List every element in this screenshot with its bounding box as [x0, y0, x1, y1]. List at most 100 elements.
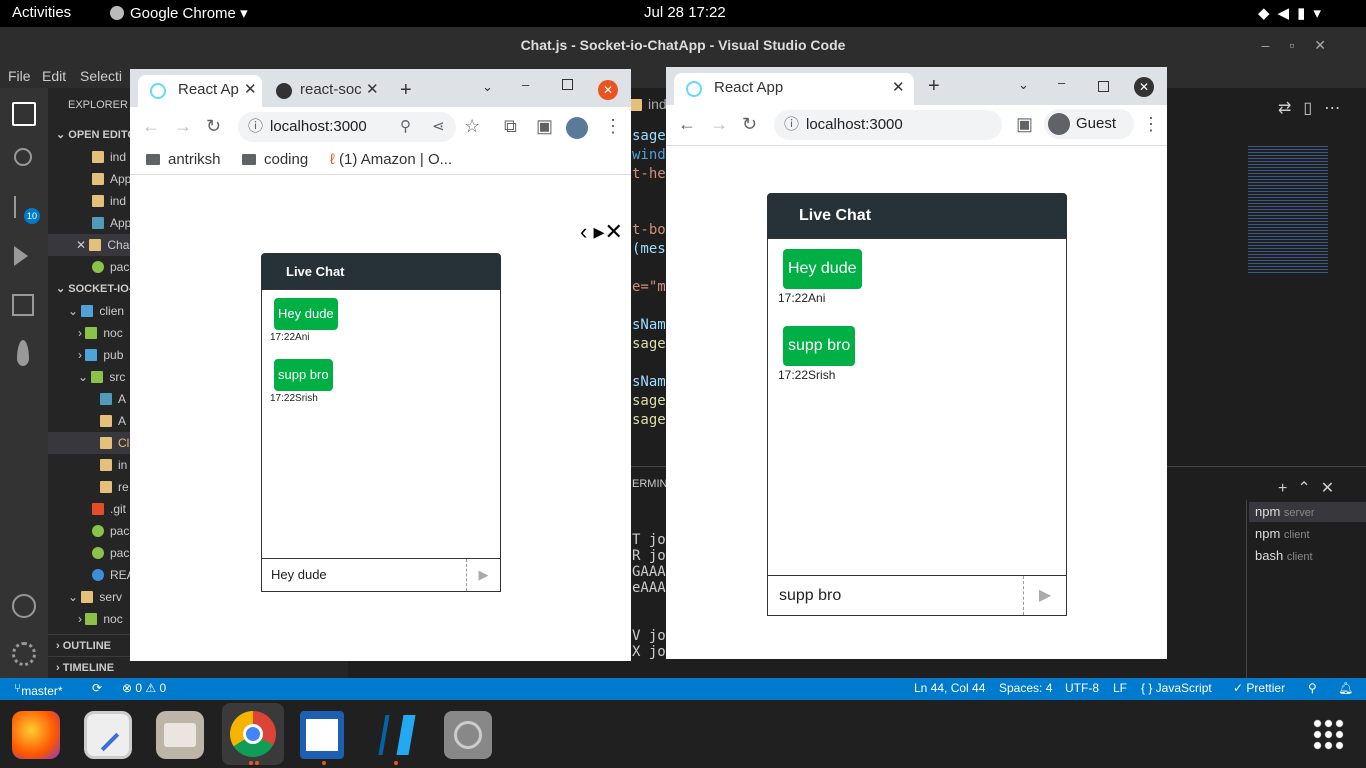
side-panel-icon[interactable]: ▣ — [536, 116, 553, 136]
terminal-item[interactable]: npm server — [1255, 504, 1314, 519]
menu-icon[interactable]: ⋮ — [1142, 114, 1160, 134]
encoding[interactable]: UTF-8 — [1065, 681, 1099, 695]
cursor-position[interactable]: Ln 44, Col 44 — [914, 681, 985, 695]
bookmark-link[interactable]: ℓ (1) Amazon | O... — [330, 151, 452, 168]
vscode-icon[interactable] — [372, 711, 420, 759]
status-bar: ⑂ master* ⟳ ⊗ 0 ⚠ 0 Ln 44, Col 44 Spaces… — [0, 678, 1366, 700]
close-window-button[interactable]: ✕ — [1134, 77, 1154, 97]
chat-header: Live Chat — [261, 253, 501, 290]
message-input[interactable]: Hey dude — [262, 558, 500, 591]
address-bar[interactable]: ⓘ localhost:3000 — [774, 110, 1002, 140]
css-file-icon — [92, 217, 104, 229]
live-share-icon[interactable]: ⚲ — [1308, 681, 1317, 695]
minimize-button[interactable]: – — [522, 77, 529, 92]
tab-react-app[interactable]: React App ✕ — [674, 73, 914, 105]
new-tab-button[interactable]: + — [400, 79, 412, 102]
js-file-icon — [92, 195, 104, 207]
js-file-icon — [92, 173, 104, 185]
menu-file[interactable]: File — [8, 68, 31, 84]
branch-status[interactable]: ⑂ master* — [14, 681, 63, 698]
clock[interactable]: Jul 28 17:22 — [644, 4, 726, 21]
profile-button[interactable]: Guest — [1044, 109, 1134, 139]
avatar[interactable] — [566, 117, 588, 139]
language-mode[interactable]: { } JavaScript — [1141, 681, 1212, 695]
menu-edit[interactable]: Edit — [42, 68, 66, 84]
tab-github[interactable]: react-soc ✕ — [272, 75, 382, 107]
forward-icon[interactable]: → — [174, 116, 192, 136]
forward-icon[interactable]: → — [710, 114, 728, 134]
running-indicator — [394, 761, 398, 765]
mongodb-icon[interactable] — [17, 340, 29, 366]
activity-bar: 10 — [0, 88, 48, 678]
reload-icon[interactable]: ↻ — [742, 114, 757, 134]
terminal-tab[interactable]: ERMIN — [632, 478, 667, 490]
terminal-actions[interactable]: +⌃✕ — [1278, 478, 1344, 498]
firefox-icon[interactable] — [12, 711, 60, 759]
search-icon[interactable] — [14, 148, 32, 166]
terminal-item[interactable]: npm client — [1255, 526, 1310, 541]
window-controls[interactable]: –▫✕ — [1262, 27, 1346, 64]
tab-search-icon[interactable]: ⌄ — [1018, 77, 1029, 93]
terminal-item[interactable]: bash client — [1255, 548, 1313, 563]
sync-icon[interactable]: ⟳ — [92, 681, 102, 695]
close-tab-icon[interactable]: ✕ — [892, 73, 905, 103]
extensions-icon[interactable]: ⧉ — [504, 116, 517, 136]
back-icon[interactable]: ← — [678, 114, 696, 134]
disk-icon[interactable] — [444, 711, 492, 759]
tab-react-app[interactable]: React Ap ✕ — [138, 75, 262, 107]
indentation[interactable]: Spaces: 4 — [999, 681, 1052, 695]
chat-box: Hey dude 17:22Ani supp bro 17:22Srish He… — [261, 289, 501, 592]
vscode-title-bar: Chat.js - Socket-io-ChatApp - Visual Stu… — [0, 27, 1366, 64]
amazon-icon: ℓ — [330, 151, 340, 168]
app-menu[interactable]: Google Chrome ▾ — [110, 4, 248, 22]
zoom-icon[interactable]: ⚲ — [400, 112, 411, 142]
share-icon[interactable]: ⋖ — [432, 112, 445, 142]
terminal-line: V jo — [632, 628, 666, 644]
reload-icon[interactable]: ↻ — [206, 116, 221, 136]
bookmark-star-icon[interactable]: ☆ — [464, 116, 480, 136]
extensions-icon[interactable] — [12, 294, 34, 316]
settings-gear-icon[interactable] — [12, 642, 36, 666]
problems-status[interactable]: ⊗ 0 ⚠ 0 — [122, 681, 166, 695]
close-tab-icon[interactable]: ✕ — [244, 75, 257, 105]
back-icon[interactable]: ← — [142, 116, 160, 136]
address-bar[interactable]: ⓘ localhost:3000 ⚲ ⋖ — [238, 112, 456, 142]
explorer-icon[interactable] — [12, 102, 36, 126]
system-tray[interactable]: ◆◀▮▾ — [1258, 4, 1329, 22]
send-button[interactable]: ▶ — [1023, 576, 1066, 615]
maximize-button[interactable] — [1098, 81, 1109, 92]
maximize-button[interactable] — [562, 79, 573, 90]
system-top-bar: Activities Google Chrome ▾ Jul 28 17:22 … — [0, 0, 1366, 27]
bookmarks-bar: antriksh coding ℓ (1) Amazon | O... — [130, 145, 631, 175]
show-apps-grid-icon[interactable] — [1312, 718, 1346, 752]
prettier-status[interactable]: ✓ Prettier — [1233, 681, 1285, 695]
nav-arrows-icon[interactable]: ‹ ▸✕ — [580, 219, 623, 245]
tab-search-icon[interactable]: ⌄ — [482, 79, 493, 95]
text-editor-icon[interactable] — [84, 711, 132, 759]
close-tab-icon[interactable]: ✕ — [366, 75, 379, 105]
message-bubble: Hey dude — [783, 249, 862, 289]
js-file-icon — [100, 437, 112, 449]
minimap[interactable] — [1248, 144, 1328, 274]
send-button[interactable]: ▶ — [466, 559, 500, 591]
chrome-dock-highlight[interactable] — [222, 703, 284, 765]
libreoffice-writer-icon[interactable] — [300, 711, 344, 759]
files-icon[interactable] — [156, 711, 204, 759]
editor-actions[interactable]: ⇄▯⋯ — [1278, 98, 1352, 118]
bookmark-folder[interactable]: coding — [242, 151, 308, 168]
eol[interactable]: LF — [1113, 681, 1127, 695]
run-debug-icon[interactable] — [14, 246, 28, 266]
react-icon — [686, 81, 702, 97]
close-icon[interactable]: ✕ — [76, 238, 89, 252]
new-tab-button[interactable]: + — [928, 75, 940, 98]
menu-icon[interactable]: ⋮ — [604, 116, 622, 136]
bookmark-folder[interactable]: antriksh — [146, 151, 221, 168]
account-icon[interactable] — [12, 594, 36, 618]
minimize-button[interactable]: – — [1058, 75, 1065, 90]
message-input[interactable]: supp bro — [768, 575, 1066, 615]
side-panel-icon[interactable]: ▣ — [1016, 114, 1033, 134]
menu-selection[interactable]: Selecti — [80, 68, 122, 84]
notifications-icon[interactable]: 🔔︎ — [1338, 681, 1353, 695]
activities-button[interactable]: Activities — [12, 4, 71, 21]
close-window-button[interactable]: ✕ — [598, 80, 618, 100]
